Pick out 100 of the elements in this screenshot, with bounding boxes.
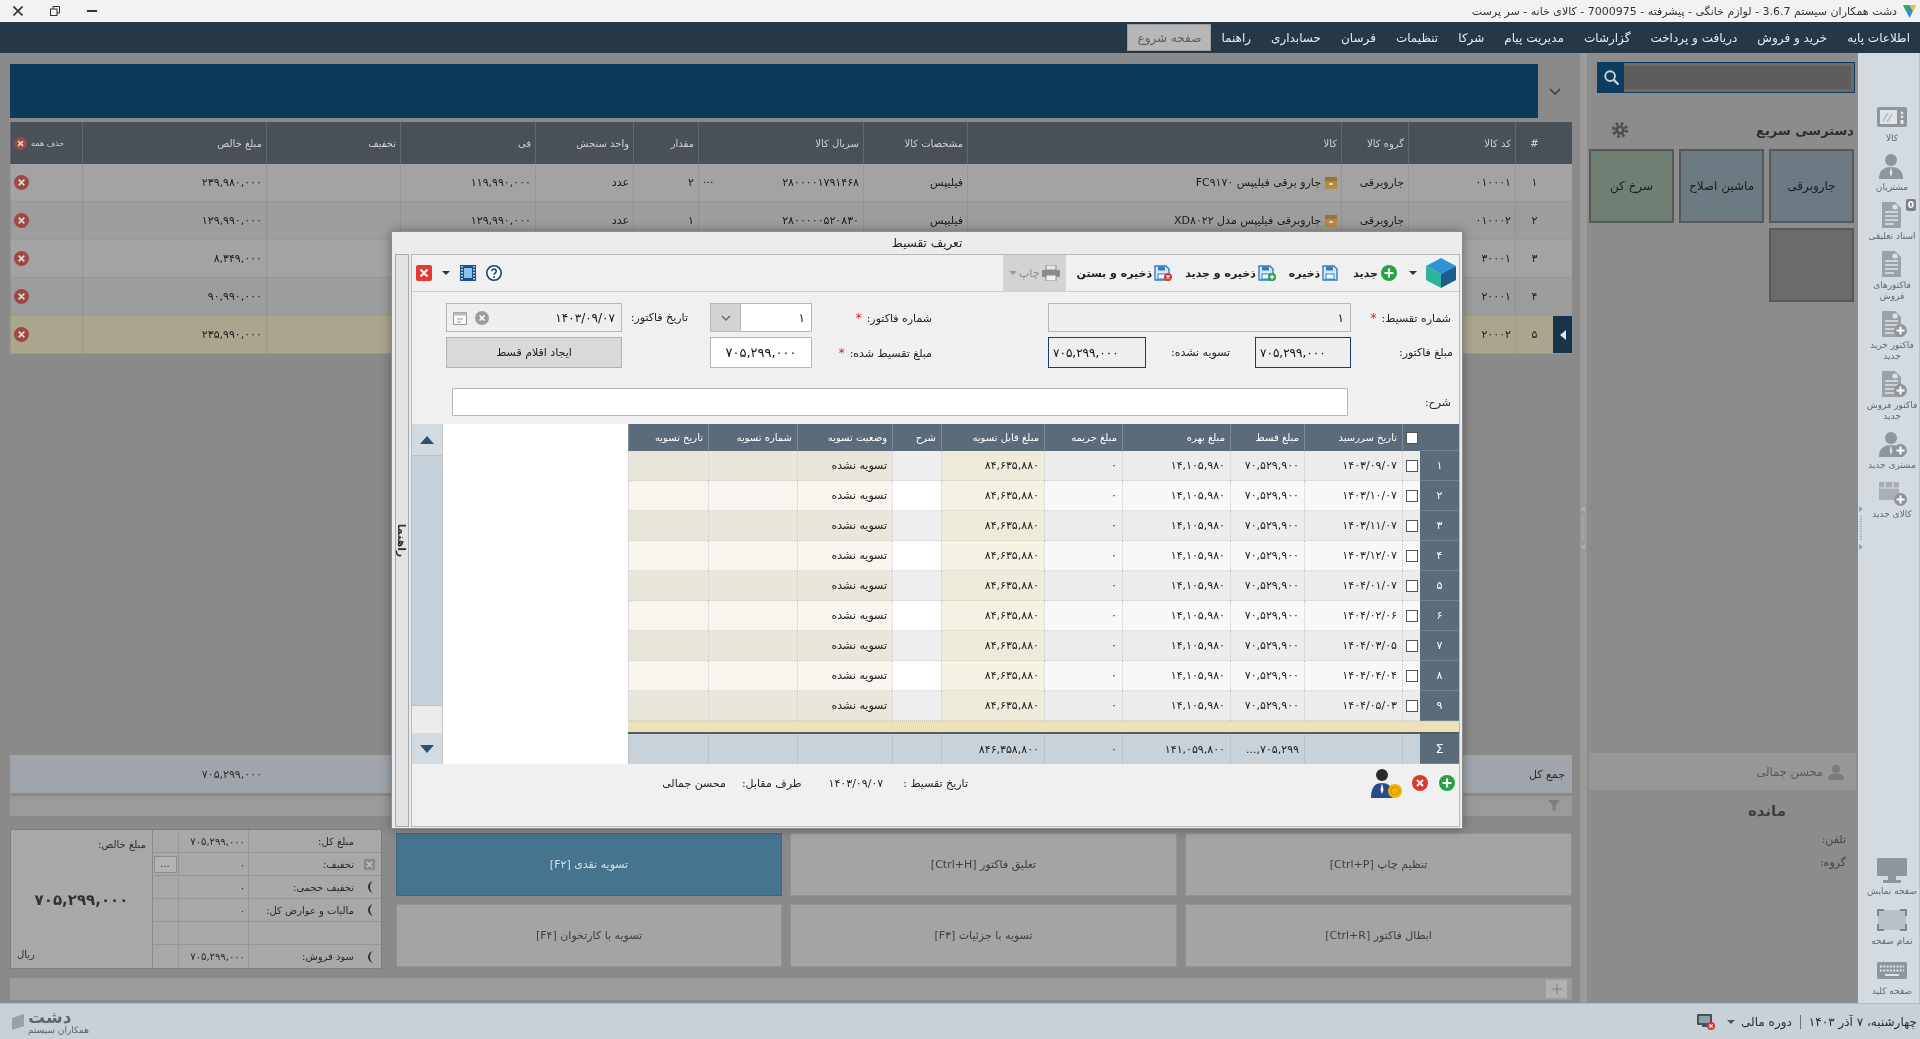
checkbox[interactable] xyxy=(1405,519,1418,532)
menu-item[interactable]: فرسان xyxy=(1331,24,1386,51)
column-header[interactable]: سریال کالا xyxy=(815,137,859,149)
text-field[interactable] xyxy=(452,388,1348,416)
delete-icon[interactable] xyxy=(14,327,29,342)
sidebar-button[interactable]: فاکتورهای فروش xyxy=(1865,251,1919,302)
menu-item[interactable]: خرید و فروش xyxy=(1747,24,1838,51)
sidebar-button[interactable]: فاکتور فروش جدید xyxy=(1865,371,1919,422)
menu-item[interactable]: حسابداری xyxy=(1261,24,1331,51)
scroll-down-button[interactable] xyxy=(412,733,442,764)
column-header[interactable]: شرح xyxy=(915,432,936,443)
action-button[interactable]: تسویه نقدی [F۲] xyxy=(396,833,782,896)
sidebar-button[interactable]: مشتریان xyxy=(1865,153,1919,193)
action-button[interactable]: تسویه با جزئیات [F۳] xyxy=(790,904,1177,967)
menu-item[interactable]: شرکا xyxy=(1448,24,1495,51)
save-and-new-button[interactable]: ذخیره و جدید xyxy=(1183,255,1278,291)
checkbox[interactable] xyxy=(1405,489,1418,502)
column-header[interactable]: تخفیف xyxy=(368,137,396,149)
action-button[interactable]: ابطال فاکتور [Ctrl+R] xyxy=(1185,904,1572,967)
delete-icon[interactable] xyxy=(1412,775,1428,791)
amount-field[interactable]: ۷۰۵,۲۹۹,۰۰۰ xyxy=(710,337,812,368)
column-header[interactable]: مبلغ قابل تسویه xyxy=(972,432,1039,443)
caret-icon[interactable] xyxy=(442,271,450,275)
quick-access-tile[interactable]: سرخ کن xyxy=(1589,149,1674,223)
quick-access-tile[interactable]: جاروبرقی xyxy=(1769,149,1854,223)
checkbox[interactable] xyxy=(1405,699,1418,712)
fiscal-period-button[interactable]: دوره مالی xyxy=(1727,1014,1792,1029)
column-header[interactable]: مبلغ بهره xyxy=(1186,432,1225,443)
help-icon[interactable] xyxy=(486,265,502,281)
new-button[interactable]: جدید xyxy=(1351,255,1400,291)
column-header[interactable]: گروه کالا xyxy=(1366,137,1404,149)
action-button[interactable]: تسویه با کارتخوان [F۴] xyxy=(396,904,782,967)
menu-item[interactable]: دریافت و پرداخت xyxy=(1640,24,1748,51)
chevron-down-icon[interactable] xyxy=(1549,87,1561,95)
delete-icon[interactable] xyxy=(14,213,29,228)
column-header[interactable]: # xyxy=(1530,137,1539,149)
sidebar-button[interactable]: فاکتور خرید جدید xyxy=(1865,311,1919,362)
create-installments-button[interactable]: ایجاد اقلام قسط xyxy=(446,337,622,368)
sidebar-button[interactable]: تمام صفحه xyxy=(1865,907,1919,947)
sidebar-button[interactable]: کالای جدید xyxy=(1865,480,1919,520)
table-row[interactable]: ۹ ۱۴۰۴/۰۵/۰۳ ۷۰,۵۲۹,۹۰۰ ۱۴,۱۰۵,۹۸۰ ۰ ۸۴,۶۳۵,۸۸۰ تسویه نشده xyxy=(628,691,1459,721)
column-header[interactable]: واحد سنجش xyxy=(576,137,629,149)
table-row[interactable]: ۵ ۱۴۰۴/۰۱/۰۷ ۷۰,۵۲۹,۹۰۰ ۱۴,۱۰۵,۹۸۰ ۰ ۸۴,۶۳۵,۸۸۰ تسویه نشده xyxy=(628,571,1459,601)
column-header[interactable]: شماره تسویه xyxy=(736,432,792,443)
checkbox[interactable] xyxy=(1405,609,1418,622)
checkbox[interactable] xyxy=(1405,579,1418,592)
select-all-checkbox[interactable] xyxy=(1405,431,1418,444)
quick-access-tile[interactable]: ماشین اصلاح xyxy=(1679,149,1764,223)
column-header[interactable]: مبلغ جریمه xyxy=(1071,432,1117,443)
table-row[interactable]: ۲ ۱۴۰۳/۱۰/۰۷ ۷۰,۵۲۹,۹۰۰ ۱۴,۱۰۵,۹۸۰ ۰ ۸۴,۶۳۵,۸۸۰ تسویه نشده xyxy=(628,481,1459,511)
sidebar-button[interactable]: صفحه نمایش xyxy=(1865,857,1919,897)
checkbox[interactable] xyxy=(1405,669,1418,682)
quick-access-tile[interactable] xyxy=(1769,228,1854,302)
column-header[interactable]: وضعیت تسویه xyxy=(827,432,887,443)
column-header[interactable]: کالا xyxy=(1323,137,1337,149)
menu-item[interactable]: اطلاعات پایه xyxy=(1837,24,1920,51)
search-field[interactable] xyxy=(1597,62,1855,93)
column-header[interactable]: تاریخ سررسید xyxy=(1338,432,1397,443)
menu-item[interactable]: راهنما xyxy=(1211,24,1262,51)
person-coin-icon[interactable] xyxy=(1370,768,1402,798)
column-header[interactable]: مبلغ قسط xyxy=(1255,432,1299,443)
close-icon[interactable] xyxy=(13,6,23,16)
column-header[interactable]: تاریخ تسویه xyxy=(654,432,703,443)
menu-item[interactable]: گزارشات xyxy=(1573,24,1641,51)
save-and-close-button[interactable]: ذخیره و بستن xyxy=(1074,255,1175,291)
checkbox[interactable] xyxy=(1405,459,1418,472)
combo-box[interactable]: ۱ xyxy=(710,303,812,332)
sidebar-button[interactable]: مشتری جدید xyxy=(1865,431,1919,471)
film-icon[interactable] xyxy=(460,265,476,281)
search-button[interactable] xyxy=(1598,63,1624,92)
column-header[interactable]: مبلغ خالص xyxy=(217,137,262,149)
column-header[interactable]: مشخصات کالا xyxy=(904,137,963,149)
table-row[interactable]: ۸ ۱۴۰۴/۰۴/۰۴ ۷۰,۵۲۹,۹۰۰ ۱۴,۱۰۵,۹۸۰ ۰ ۸۴,۶۳۵,۸۸۰ تسویه نشده xyxy=(628,661,1459,691)
restore-icon[interactable] xyxy=(50,6,60,16)
table-row[interactable]: ۳ ۱۴۰۳/۱۱/۰۷ ۷۰,۵۲۹,۹۰۰ ۱۴,۱۰۵,۹۸۰ ۰ ۸۴,۶۳۵,۸۸۰ تسویه نشده xyxy=(628,511,1459,541)
monitor-error-icon[interactable] xyxy=(1697,1013,1716,1030)
delete-all-button[interactable]: حذف همه xyxy=(14,136,65,150)
save-button[interactable]: ذخیره xyxy=(1286,255,1343,291)
column-header[interactable]: فی xyxy=(517,137,531,149)
scroll-up-button[interactable] xyxy=(412,424,442,455)
table-row[interactable]: ۴ ۱۴۰۳/۱۲/۰۷ ۷۰,۵۲۹,۹۰۰ ۱۴,۱۰۵,۹۸۰ ۰ ۸۴,۶۳۵,۸۸۰ تسویه نشده xyxy=(628,541,1459,571)
checkbox[interactable] xyxy=(1405,549,1418,562)
table-row[interactable]: ۱ ۰۱۰۰۰۱ جاروبرقی جارو برقی فیلیپس FC۹۱۷۰ فیلیپس ۲۸۰۰۰۰۱۷۹۱۴۶۸ ... ۲ عدد ۱۱۹,۹۹۰,۰۰۰ ۲۳۹,۹۸۰,۰۰۰ xyxy=(10,164,1572,202)
splitter-grip-icon[interactable] xyxy=(1859,506,1864,550)
more-button[interactable]: ... xyxy=(153,855,177,873)
column-header[interactable]: مقدار xyxy=(670,137,694,149)
caret-icon[interactable] xyxy=(1409,271,1417,275)
table-row[interactable]: ۷ ۱۴۰۴/۰۳/۰۵ ۷۰,۵۲۹,۹۰۰ ۱۴,۱۰۵,۹۸۰ ۰ ۸۴,۶۳۵,۸۸۰ تسویه نشده xyxy=(628,631,1459,661)
column-header[interactable]: کد کالا xyxy=(1484,137,1511,149)
action-button[interactable]: تعلیق فاکتور [Ctrl+H] xyxy=(790,833,1177,896)
table-row[interactable]: ۶ ۱۴۰۴/۰۲/۰۶ ۷۰,۵۲۹,۹۰۰ ۱۴,۱۰۵,۹۸۰ ۰ ۸۴,۶۳۵,۸۸۰ تسویه نشده xyxy=(628,601,1459,631)
sidebar-button[interactable]: صفحه کلید xyxy=(1865,957,1919,997)
action-button[interactable]: تنظیم چاپ [Ctrl+P] xyxy=(1185,833,1572,896)
sidebar-button[interactable]: کالا xyxy=(1865,104,1919,144)
delete-icon[interactable] xyxy=(14,289,29,304)
help-tab[interactable]: راهنما xyxy=(395,254,409,827)
table-row[interactable]: ۱ ۱۴۰۳/۰۹/۰۷ ۷۰,۵۲۹,۹۰۰ ۱۴,۱۰۵,۹۸۰ ۰ ۸۴,۶۳۵,۸۸۰ تسویه نشده xyxy=(628,451,1459,481)
delete-icon[interactable] xyxy=(14,175,29,190)
delete-icon[interactable] xyxy=(14,251,29,266)
scroll-thumb[interactable] xyxy=(412,455,442,706)
